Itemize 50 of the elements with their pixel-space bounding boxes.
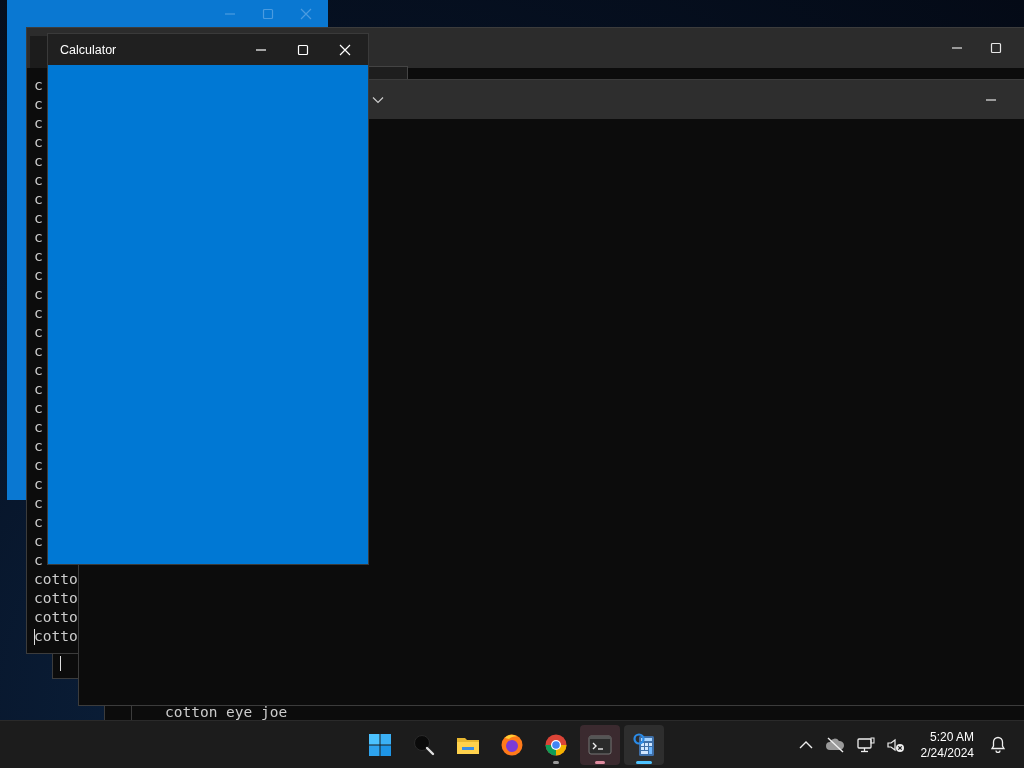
terminal-line: cotton eye joe bbox=[165, 704, 289, 720]
chrome-icon[interactable] bbox=[544, 732, 568, 757]
terminal-line: c bbox=[34, 285, 43, 304]
terminal-line: c bbox=[34, 95, 43, 114]
network-icon[interactable] bbox=[856, 736, 875, 753]
terminal-line: c bbox=[34, 228, 43, 247]
text-cursor bbox=[60, 656, 61, 671]
terminal-line: c bbox=[34, 76, 43, 95]
clock[interactable]: 5:20 AM 2/24/2024 bbox=[916, 728, 978, 761]
terminal-line: c bbox=[34, 456, 43, 475]
terminal-icon[interactable] bbox=[588, 732, 612, 757]
clock-date: 2/24/2024 bbox=[920, 744, 974, 761]
chevron-down-icon[interactable] bbox=[372, 95, 384, 104]
terminal-line: c bbox=[34, 399, 43, 418]
terminal-line: cotto bbox=[34, 627, 78, 646]
terminal-line: c bbox=[34, 133, 43, 152]
terminal-line: cotto bbox=[34, 589, 78, 608]
terminal-line: c bbox=[34, 437, 43, 456]
terminal-line: c bbox=[34, 152, 43, 171]
chevron-up-icon[interactable] bbox=[798, 739, 813, 750]
windows-logo-icon[interactable] bbox=[368, 732, 392, 757]
terminal-line: c bbox=[34, 247, 43, 266]
terminal-line: c bbox=[34, 304, 43, 323]
terminal-line: cotto bbox=[34, 608, 78, 627]
terminal-line: c bbox=[34, 494, 43, 513]
terminal-line: c bbox=[34, 171, 43, 190]
terminal-line: c bbox=[34, 551, 43, 570]
terminal-line: c bbox=[34, 266, 43, 285]
terminal-line: c bbox=[34, 323, 43, 342]
terminal-line: c bbox=[34, 380, 43, 399]
terminal-line: c bbox=[34, 513, 43, 532]
terminal-line: cotto bbox=[34, 570, 78, 589]
window-title: Calculator bbox=[59, 42, 118, 57]
firefox-icon[interactable] bbox=[500, 732, 524, 757]
notification-bell-icon[interactable] bbox=[990, 736, 1006, 753]
terminal-line: c bbox=[34, 209, 43, 228]
search-icon[interactable] bbox=[412, 732, 436, 757]
terminal-line: c bbox=[34, 342, 43, 361]
taskbar-button[interactable] bbox=[580, 724, 620, 765]
terminal-line: c bbox=[34, 114, 43, 133]
cloud-off-icon[interactable] bbox=[824, 736, 845, 753]
terminal-line: c bbox=[34, 418, 43, 437]
terminal-line: c bbox=[34, 475, 43, 494]
terminal-line: c bbox=[34, 532, 43, 551]
taskbar-button[interactable] bbox=[624, 724, 664, 765]
terminal-line: c bbox=[34, 190, 43, 209]
clock-time: 5:20 AM bbox=[929, 728, 974, 745]
calculator-icon[interactable] bbox=[632, 732, 656, 757]
terminal-line: c bbox=[34, 361, 43, 380]
speaker-muted-icon[interactable] bbox=[886, 736, 905, 753]
